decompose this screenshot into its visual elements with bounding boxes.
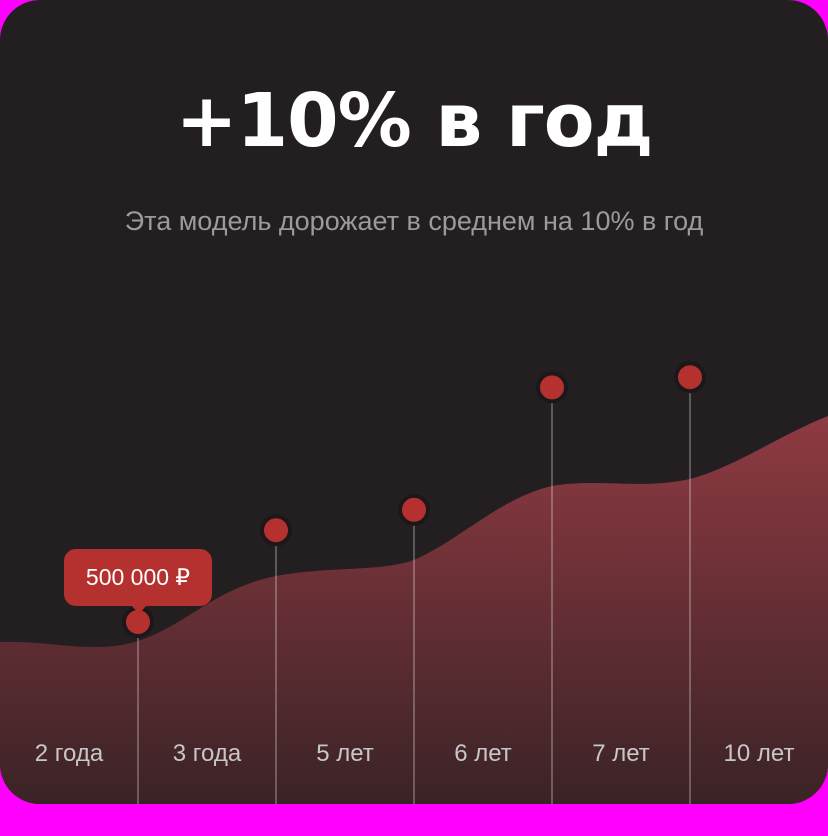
x-tick-label: 5 лет <box>316 740 374 767</box>
price-tooltip: 500 000 ₽ <box>64 549 212 614</box>
x-tick-label: 6 лет <box>454 740 512 767</box>
price-chart: 2 года 3 года 5 лет 6 лет 7 лет 10 лет <box>0 361 828 804</box>
data-point[interactable] <box>398 493 430 526</box>
data-point[interactable] <box>260 514 292 547</box>
price-forecast-card: +10% в год Эта модель дорожает в среднем… <box>0 0 828 804</box>
x-tick-label: 2 года <box>35 740 104 767</box>
data-point[interactable] <box>536 371 568 404</box>
x-tick-label: 7 лет <box>592 740 650 767</box>
data-point[interactable] <box>674 361 706 394</box>
x-tick-label: 10 лет <box>724 740 795 767</box>
x-tick-label: 3 года <box>173 740 242 767</box>
